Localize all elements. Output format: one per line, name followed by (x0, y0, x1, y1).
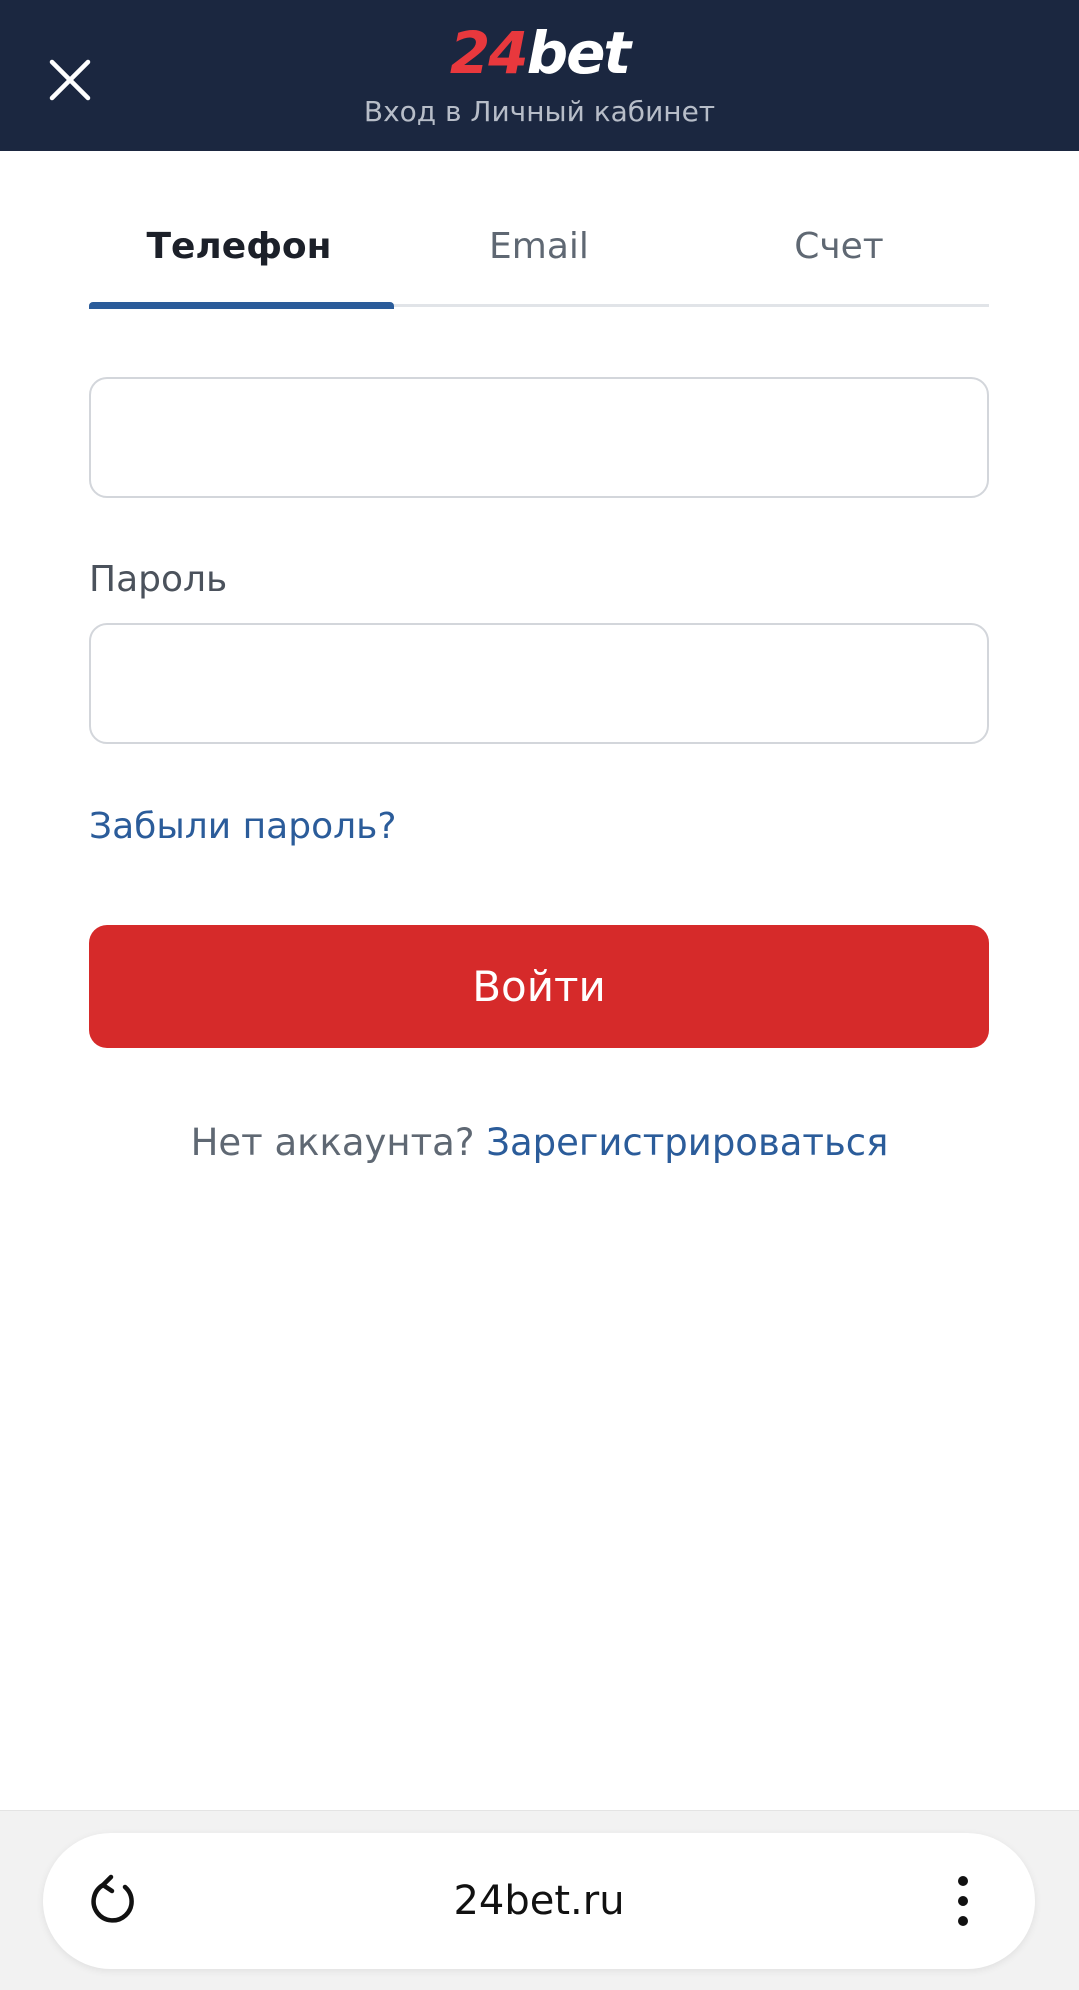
brand-logo: 24bet (0, 20, 1079, 86)
register-prompt: Нет аккаунта? Зарегистрироваться (0, 1117, 1079, 1169)
more-vertical-icon (958, 1876, 968, 1926)
address-bar[interactable]: 24bet.ru (43, 1833, 1035, 1969)
logo-number: 24 (449, 19, 529, 87)
phone-input[interactable] (89, 377, 989, 498)
forgot-password-link[interactable]: Забыли пароль? (89, 802, 396, 852)
url-text[interactable]: 24bet.ru (43, 1833, 1035, 1969)
browser-bottom-bar: 24bet.ru (0, 1810, 1079, 1990)
logo-word: bet (526, 19, 632, 87)
register-link[interactable]: Зарегистрироваться (486, 1121, 888, 1164)
reload-button[interactable] (83, 1871, 143, 1931)
login-button[interactable]: Войти (89, 925, 989, 1048)
header: 24bet Вход в Личный кабинет (0, 0, 1079, 151)
login-method-tabs: Телефон Email Счет (89, 212, 989, 309)
browser-menu-button[interactable] (943, 1871, 983, 1931)
reload-icon (91, 1874, 134, 1923)
active-tab-indicator (89, 302, 394, 309)
password-label: Пароль (89, 559, 228, 600)
tab-account[interactable]: Счет (689, 212, 989, 282)
no-account-text: Нет аккаунта? (190, 1121, 475, 1164)
tab-phone[interactable]: Телефон (89, 212, 389, 282)
tab-email[interactable]: Email (389, 212, 689, 282)
password-input[interactable] (89, 623, 989, 744)
page-subtitle: Вход в Личный кабинет (363, 95, 716, 128)
